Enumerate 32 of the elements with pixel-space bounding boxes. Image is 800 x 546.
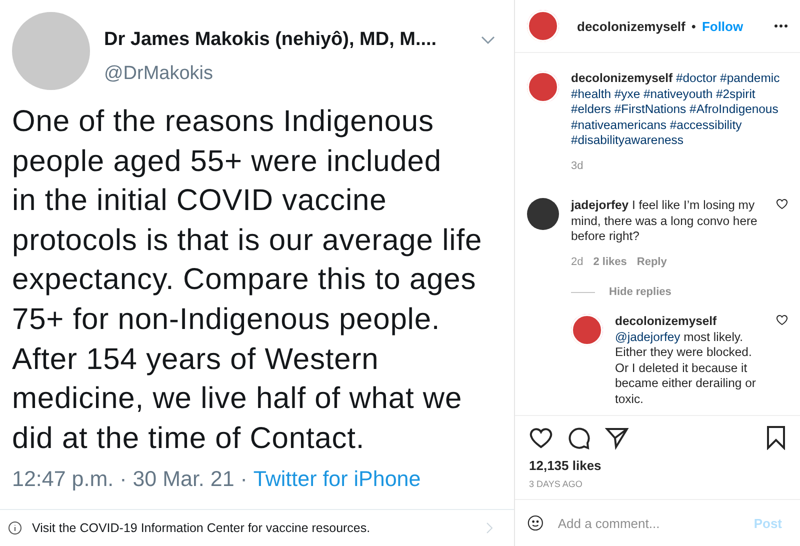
covid-notice[interactable]: Visit the COVID-19 Information Center for vaccine resources. — [32, 521, 476, 535]
comment-likes[interactable]: 2 likes — [593, 254, 627, 270]
comment-text: jadejorfey I feel like I’m losing my mind, there was a long convo here before right? — [571, 198, 758, 244]
profile-avatar[interactable] — [527, 10, 559, 42]
comment-icon[interactable] — [567, 426, 591, 450]
more-icon[interactable] — [774, 24, 788, 28]
post-caption: decolonizemyself #doctor #pandemic #health #yxe #nativeyouth #2spirit #elders #FirstNations #AfroIndigenous #nativeamericans #accessibility #disabilityawareness — [571, 71, 781, 148]
source-link[interactable]: Twitter for iPhone — [253, 466, 421, 492]
author-handle: @DrMakokis — [104, 63, 214, 85]
bookmark-icon[interactable] — [766, 426, 786, 450]
separator-dot: • — [691, 18, 696, 34]
tweet-text: One of the reasons Indigenous people aged 55+ were included in the initial COVID vaccine protocols is that is our average life expectancy. Compare this to ages 75+ for non-Indigenous people. After 154 years of Western medicine, we live half of what we did at the time of Contact. — [12, 104, 484, 457]
reply-text: decolonizemyself @jadejorfey most likely. Either they were blocked. Or I deleted it because it became either derailing or toxic. — [615, 314, 757, 407]
post-date: 3 DAYS AGO — [529, 479, 584, 489]
caption-age: 3d — [571, 158, 584, 174]
follow-button[interactable]: Follow — [702, 18, 744, 34]
commenter-avatar[interactable] — [527, 198, 559, 230]
send-icon[interactable] — [605, 426, 629, 450]
info-icon — [8, 521, 22, 535]
tweet-timestamp: 12:47 p.m. · 30 Mar. 21 · — [12, 466, 248, 492]
heart-icon[interactable] — [776, 314, 788, 326]
profile-avatar[interactable] — [571, 314, 603, 346]
reply-link[interactable]: Reply — [636, 254, 667, 270]
username[interactable]: decolonizemyself — [577, 18, 686, 34]
profile-avatar[interactable] — [527, 71, 559, 103]
hide-replies-button[interactable]: Hide replies — [609, 286, 672, 298]
likes-count[interactable]: 12,135 likes — [529, 458, 786, 473]
chevron-down-icon[interactable] — [480, 35, 496, 45]
author-name: Dr James Makokis (nehiyô), MD, M.... — [104, 29, 437, 51]
comment-age: 2d — [571, 254, 584, 270]
heart-icon[interactable] — [776, 198, 788, 210]
heart-icon[interactable] — [529, 426, 553, 450]
